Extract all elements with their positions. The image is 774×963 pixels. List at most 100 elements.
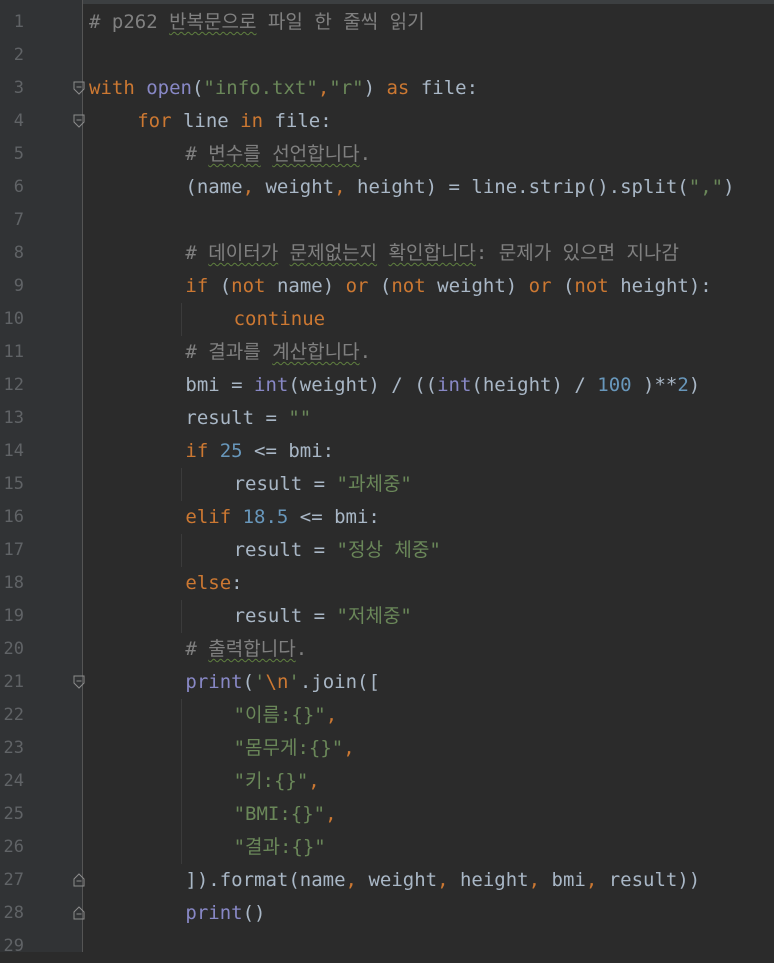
code-token: 계산합니다: [272, 341, 360, 363]
line-number: 4: [13, 111, 24, 131]
code-line[interactable]: (name, weight, height) = line.strip().sp…: [185, 171, 734, 204]
code-token: line: [182, 110, 241, 132]
line-number: 9: [13, 276, 24, 296]
line-number: 26: [3, 837, 24, 857]
code-token: as: [386, 77, 421, 99]
code-line[interactable]: if (not name) or (not weight) or (not he…: [185, 270, 711, 303]
line-number: 23: [3, 738, 24, 758]
code-token: result =: [185, 407, 289, 429]
code-line[interactable]: "이름:{}",: [234, 699, 338, 732]
fold-collapse-icon[interactable]: [73, 675, 85, 689]
line-number: 1: [13, 12, 24, 32]
code-token: 25: [219, 440, 243, 462]
code-token: 결과를: [208, 341, 261, 363]
code-token: .join([: [299, 671, 380, 693]
code-token: ): [723, 176, 735, 198]
code-line[interactable]: # 데이터가 문제없는지 확인합니다: 문제가 있으면 지나감: [185, 237, 679, 270]
line-number: 21: [3, 672, 24, 692]
code-token: print: [185, 902, 243, 924]
line-number: 3: [13, 78, 24, 98]
code-token: open: [146, 77, 192, 99]
code-token: height: [459, 869, 529, 891]
code-token: 선언합니다: [272, 143, 360, 165]
code-line[interactable]: "BMI:{}",: [234, 798, 337, 831]
code-editor[interactable]: 1 2 3 4 5 6 7 8 9 10 11 12 13 14 15 16 17 18 19 20 21 22 23 24 2…: [0, 0, 774, 956]
code-token: in: [240, 110, 275, 132]
code-token: height):: [620, 275, 712, 297]
fold-end-icon[interactable]: [73, 906, 85, 920]
code-token: ,: [334, 176, 358, 198]
line-number: 10: [3, 309, 24, 329]
code-line[interactable]: "몸무게:{}",: [234, 732, 355, 765]
code-token: weight): [437, 275, 529, 297]
code-line[interactable]: elif 18.5 <= bmi:: [185, 501, 379, 534]
code-token: #: [185, 341, 209, 363]
code-token: (: [219, 275, 232, 297]
line-number: 15: [3, 474, 24, 494]
line-number: 17: [3, 540, 24, 560]
code-line[interactable]: print('\n'.join([: [185, 666, 380, 699]
indent-guide: [181, 600, 183, 633]
code-line[interactable]: "결과:{}": [234, 831, 326, 864]
line-number: 27: [3, 870, 24, 890]
code-line[interactable]: ]).format(name, weight, height, bmi, res…: [185, 864, 700, 897]
code-line[interactable]: with open("info.txt","r") as file:: [89, 72, 478, 105]
code-token: ,: [437, 869, 460, 891]
code-token: ,: [308, 770, 320, 792]
code-line[interactable]: bmi = int(weight) / ((int(height) / 100 …: [185, 369, 700, 402]
line-number: 28: [3, 903, 24, 923]
line-number: 5: [13, 144, 24, 164]
code-line[interactable]: # 출력합니다.: [185, 633, 307, 666]
code-line[interactable]: result = "": [185, 402, 311, 435]
code-token: weight: [265, 176, 335, 198]
code-token: result =: [233, 473, 337, 495]
code-token: else: [185, 572, 232, 594]
code-token: #: [185, 242, 209, 264]
code-token: 2: [677, 374, 689, 396]
code-token: )**: [631, 374, 678, 396]
code-token: ': [288, 671, 300, 693]
code-token: ,: [325, 803, 337, 825]
code-token: 100: [597, 374, 632, 396]
line-number: 16: [3, 507, 24, 527]
code-token: "과체중": [336, 473, 412, 495]
fold-collapse-icon[interactable]: [73, 114, 85, 128]
code-token: ): [363, 77, 387, 99]
code-token: print: [185, 671, 243, 693]
code-line[interactable]: for line in file:: [137, 105, 332, 138]
code-token: .: [359, 341, 372, 363]
code-token: 문제없는지: [289, 242, 378, 264]
line-number: 2: [13, 45, 24, 65]
code-line[interactable]: result = "정상 체중": [234, 534, 441, 567]
fold-collapse-icon[interactable]: [73, 81, 85, 95]
code-token: ': [254, 671, 266, 693]
code-token: 변수를: [208, 143, 261, 165]
code-token: "이름:{}": [233, 704, 326, 726]
code-token: "몸무게:{}": [233, 737, 344, 759]
code-token: if: [185, 440, 220, 462]
code-line[interactable]: # 변수를 선언합니다.: [185, 138, 371, 171]
code-line[interactable]: "키:{}",: [234, 765, 320, 798]
code-token: "": [288, 407, 312, 429]
code-token: "키:{}": [233, 770, 309, 792]
code-line[interactable]: # 결과를 계산합니다.: [185, 336, 371, 369]
code-line[interactable]: else:: [185, 567, 242, 600]
code-line[interactable]: # p262 반복문으로 파일 한 줄씩 읽기: [89, 6, 425, 39]
line-number: 7: [13, 210, 24, 230]
code-line[interactable]: print(): [185, 897, 265, 930]
code-line[interactable]: if 25 <= bmi:: [185, 435, 334, 468]
code-token: result =: [233, 539, 337, 561]
code-line[interactable]: result = "저체중": [234, 600, 412, 633]
line-number-gutter[interactable]: 1 2 3 4 5 6 7 8 9 10 11 12 13 14 15 16 17 18 19 20 21 22 23 24 2…: [0, 0, 82, 956]
code-token: (: [242, 671, 255, 693]
code-token: <= bmi:: [242, 440, 335, 462]
code-token: 데이터가: [208, 242, 279, 264]
fold-end-icon[interactable]: [73, 873, 85, 887]
code-line[interactable]: result = "과체중": [234, 468, 412, 501]
indent-guide: [181, 534, 183, 567]
code-token: # p262: [89, 11, 170, 33]
indent-guide: [181, 303, 183, 336]
code-line[interactable]: continue: [234, 303, 326, 336]
line-number: 22: [3, 705, 24, 725]
